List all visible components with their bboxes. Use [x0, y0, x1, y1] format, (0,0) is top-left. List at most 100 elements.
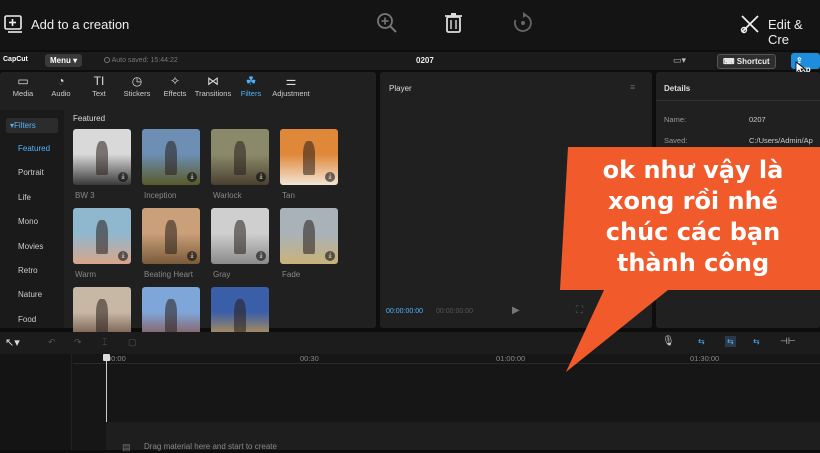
project-title: 0207 — [416, 56, 434, 65]
transitions-icon: ⋈ — [207, 74, 219, 88]
split-screen-icon[interactable]: ⊣⊢ — [780, 336, 796, 347]
download-icon[interactable]: ⤓ — [256, 172, 266, 182]
adjustment-icon: ⚌ — [285, 74, 297, 88]
filter-thumbnail[interactable]: ⤓ — [280, 208, 338, 264]
select-tool-icon[interactable]: ↖▾ — [5, 336, 20, 349]
zoom-in-icon[interactable] — [376, 12, 398, 34]
player-current-time: 00:00:00:00 — [386, 308, 423, 315]
menu-label: Menu — [50, 56, 71, 65]
filter-preview-subject — [165, 299, 177, 333]
category-portrait[interactable]: Portrait — [18, 168, 44, 177]
filters-icon: ☘ — [245, 74, 257, 88]
delete-icon[interactable] — [444, 12, 464, 34]
filter-thumbnail[interactable]: ⤓ — [280, 129, 338, 185]
tab-stickers[interactable]: ◷ Stickers — [118, 74, 156, 98]
track-header-column — [0, 354, 72, 450]
player-title: Player — [389, 84, 412, 93]
tab-label: Media — [12, 89, 34, 98]
filter-preview-subject — [165, 220, 177, 254]
cloud-check-icon — [104, 57, 110, 63]
film-icon: ▤ — [122, 442, 131, 452]
shortcut-label: Shortcut — [736, 57, 770, 66]
microphone-icon[interactable]: 🎙 — [662, 336, 675, 347]
edit-and-create-button[interactable]: Edit & Cre — [768, 17, 820, 47]
tab-label: Text — [92, 89, 106, 98]
play-button[interactable]: ▶ — [512, 305, 520, 316]
filter-name: Beating Heart — [144, 270, 193, 279]
filters-header[interactable]: ▾Filters — [6, 118, 58, 133]
tick-3: 01:30:00 — [690, 354, 720, 363]
filter-thumbnail[interactable]: ⤓ — [73, 129, 131, 185]
filter-name: Fade — [282, 270, 301, 279]
autosave-status: Auto saved: 15:44:22 — [104, 57, 178, 64]
category-mono[interactable]: Mono — [18, 217, 38, 226]
linkage-icon[interactable]: ⇆ — [725, 336, 736, 347]
filter-thumbnail[interactable]: ⤓ — [73, 208, 131, 264]
filter-preview-subject — [96, 141, 108, 175]
add-to-creation-button[interactable]: Add to a creation — [31, 17, 129, 32]
edit-icon[interactable] — [740, 14, 762, 34]
details-divider — [656, 100, 820, 101]
timeline-toolbar: ↖▾ ↶ ↷ ⌶ ▢ 🎙 ⇆ ⇆ ⇆ ⊣⊢ — [0, 332, 820, 354]
filter-preview-subject — [303, 220, 315, 254]
filter-thumbnail[interactable]: ⤓ — [211, 208, 269, 264]
undo-icon[interactable]: ↶ — [48, 337, 56, 348]
media-icon: ▭ — [17, 74, 29, 88]
category-food[interactable]: Food — [18, 315, 36, 324]
download-icon[interactable]: ⤓ — [325, 251, 335, 261]
preview-axis-icon[interactable]: ⇆ — [753, 337, 760, 346]
tab-transitions[interactable]: ⋈ Transitions — [194, 74, 232, 98]
details-saved-key: Saved: — [664, 136, 688, 145]
tab-adjustment[interactable]: ⚌ Adjustment — [270, 74, 312, 98]
tab-media[interactable]: ▭ Media — [4, 74, 42, 98]
fullscreen-icon[interactable]: ⛶ — [576, 305, 583, 316]
menu-button[interactable]: Menu ▾ — [45, 54, 83, 67]
filter-thumbnail[interactable]: ⤓ — [142, 129, 200, 185]
filter-preview-subject — [96, 299, 108, 333]
details-panel: Details Name: 0207 Saved: C:/Users/Admin… — [656, 72, 820, 328]
category-nature[interactable]: Nature — [18, 290, 42, 299]
media-panel: ▭ Media ◔ Audio TI Text ◷ Stickers ✧ Effects ⋈ Tran… — [0, 72, 376, 343]
autosave-text: Auto saved: 15:44:22 — [111, 57, 178, 64]
playhead-handle[interactable] — [103, 354, 110, 361]
split-icon[interactable]: ⌶ — [102, 337, 107, 348]
layout-icon[interactable]: ▭▾ — [673, 55, 686, 66]
category-movies[interactable]: Movies — [18, 242, 43, 251]
download-icon[interactable]: ⤓ — [256, 251, 266, 261]
tab-label: Effects — [163, 89, 187, 98]
add-to-creation-icon[interactable] — [4, 14, 24, 34]
details-title: Details — [664, 84, 691, 93]
app-header: CapCut Menu ▾ Auto saved: 15:44:22 0207 … — [0, 52, 820, 75]
redo-icon[interactable]: ↷ — [74, 337, 82, 348]
filter-thumbnail[interactable]: ⤓ — [211, 129, 269, 185]
audio-icon: ◔ — [57, 74, 65, 88]
filter-preview-subject — [234, 299, 246, 333]
delete-clip-icon[interactable]: ▢ — [128, 337, 137, 348]
player-menu-icon[interactable]: ≡ — [630, 82, 635, 92]
download-icon[interactable]: ⤓ — [187, 172, 197, 182]
download-icon[interactable]: ⤓ — [187, 251, 197, 261]
filter-preview-subject — [96, 220, 108, 254]
download-icon[interactable]: ⤓ — [325, 172, 335, 182]
category-featured[interactable]: Featured — [18, 144, 50, 153]
timeline-area: 00:00 00:30 01:00:00 01:30:00 ▤ Drag mat… — [0, 354, 820, 452]
filter-thumbnail[interactable]: ⤓ — [142, 208, 200, 264]
tab-filters[interactable]: ☘ Filters — [232, 74, 270, 98]
download-icon[interactable]: ⤓ — [118, 251, 128, 261]
download-icon[interactable]: ⤓ — [118, 172, 128, 182]
rotate-icon[interactable] — [512, 12, 534, 34]
filter-name: Tan — [282, 191, 295, 200]
tab-label: Transitions — [194, 89, 232, 98]
magnet-link-icon[interactable]: ⇆ — [698, 337, 705, 346]
tab-audio[interactable]: ◔ Audio — [42, 74, 80, 98]
category-life[interactable]: Life — [18, 193, 31, 202]
tab-text[interactable]: TI Text — [80, 74, 118, 98]
tab-label: Audio — [51, 89, 71, 98]
shortcut-button[interactable]: ⌨ Shortcut — [717, 54, 776, 69]
category-retro[interactable]: Retro — [18, 266, 38, 275]
media-tabs: ▭ Media ◔ Audio TI Text ◷ Stickers ✧ Effects ⋈ Tran… — [0, 72, 376, 104]
filter-preview-subject — [303, 141, 315, 175]
tab-effects[interactable]: ✧ Effects — [156, 74, 194, 98]
details-name-key: Name: — [664, 115, 687, 124]
top-bar: Add to a creation Edit & Cre — [0, 0, 820, 50]
